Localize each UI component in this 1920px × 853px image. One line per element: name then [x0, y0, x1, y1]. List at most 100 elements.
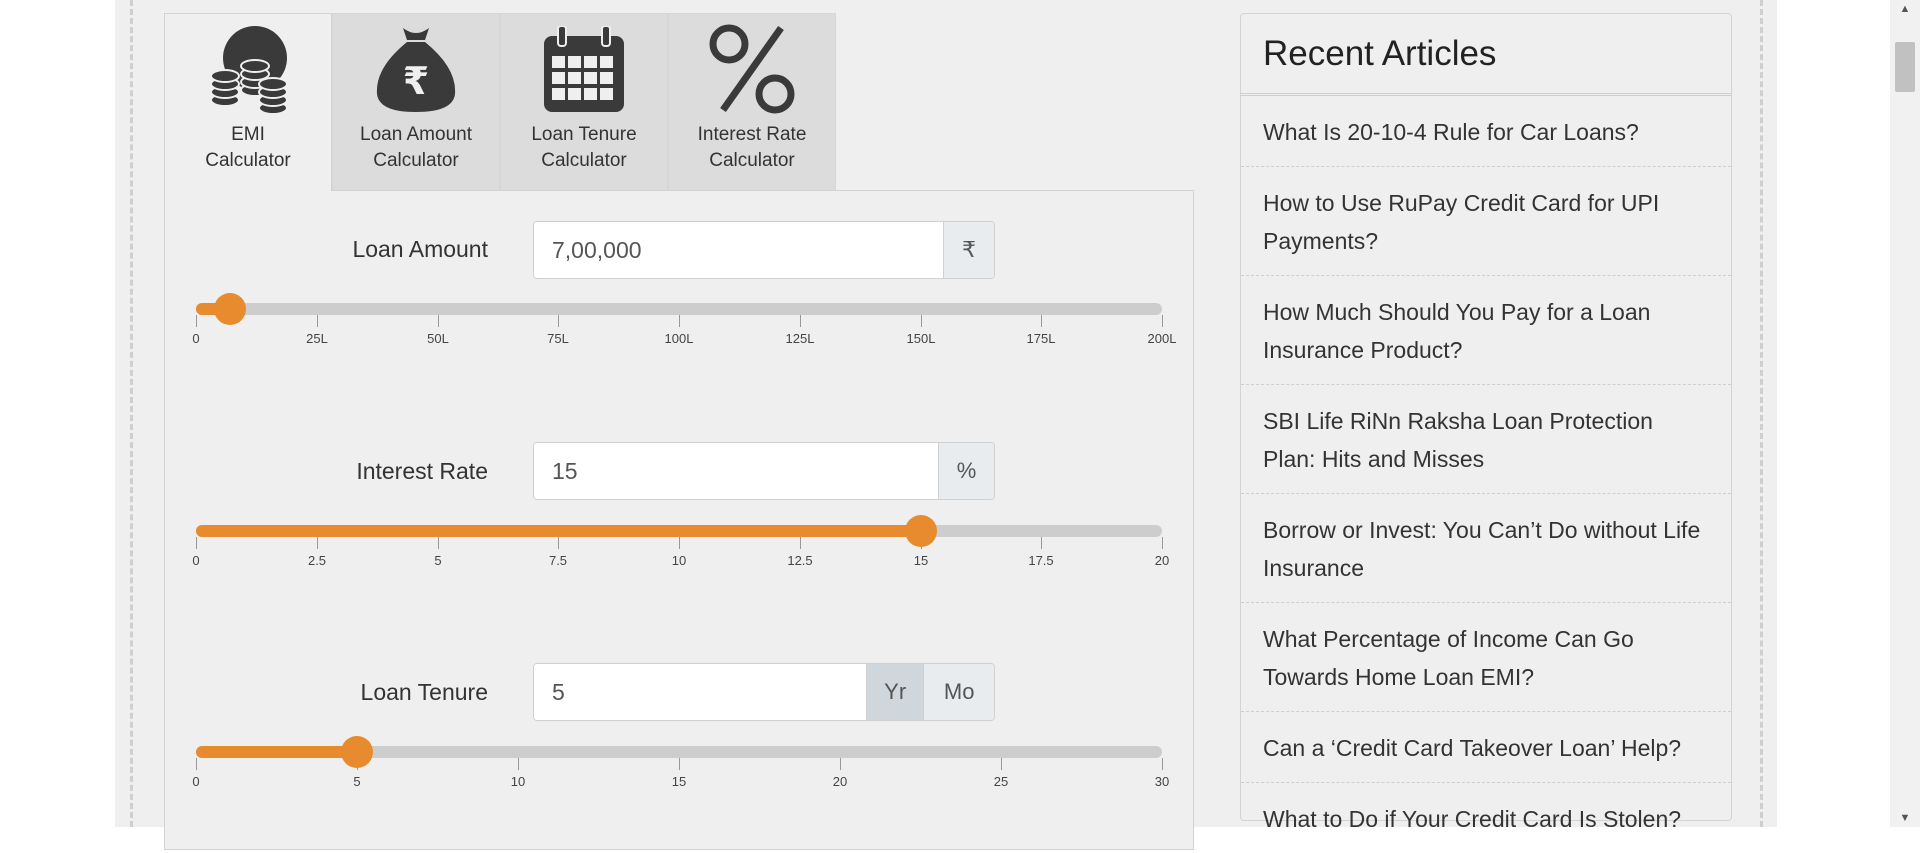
tab-label-line2: Calculator	[373, 150, 459, 171]
slider-tick-label: 10	[510, 774, 526, 789]
slider-tick-label: 15	[913, 553, 929, 568]
slider-tick-label: 125L	[785, 331, 815, 346]
loan-amount-input-group: ₹	[533, 221, 995, 279]
slider-tick	[196, 315, 197, 327]
percent-icon	[669, 14, 835, 114]
slider-tick-label: 20	[1154, 553, 1170, 568]
content-border-right	[1760, 0, 1763, 827]
slider-tick-label: 2.5	[307, 553, 327, 568]
article-link[interactable]: SBI Life RiNn Raksha Loan Protection Pla…	[1241, 385, 1731, 494]
slider-tick	[438, 315, 439, 327]
tab-label-line2: Calculator	[709, 150, 795, 171]
article-link[interactable]: Borrow or Invest: You Can’t Do without L…	[1241, 494, 1731, 603]
loan-tenure-input-group: Yr Mo	[533, 663, 995, 721]
recent-articles-widget: Recent Articles What Is 20-10-4 Rule for…	[1240, 13, 1732, 832]
slider-tick-label: 100L	[664, 331, 694, 346]
loan-tenure-slider[interactable]: 0 5 10 15 20 25 30	[192, 736, 1169, 806]
interest-rate-slider[interactable]: 0 2.5 5 7.5 10 12.5 15 17.5 20	[192, 515, 1169, 585]
slider-tick-label: 25	[993, 774, 1009, 789]
slider-tick	[518, 758, 519, 770]
slider-handle[interactable]	[905, 515, 937, 547]
slider-tick	[438, 537, 439, 549]
content-border-left	[130, 0, 133, 827]
slider-tick-label: 0	[192, 331, 200, 346]
slider-tick-label: 15	[671, 774, 687, 789]
slider-scale: 0 25L 50L 75L 100L 125L 150L 175L 200L	[192, 303, 1176, 353]
svg-text:₹: ₹	[403, 59, 429, 103]
slider-scale: 0 2.5 5 7.5 10 12.5 15 17.5 20	[192, 525, 1169, 575]
slider-tick	[800, 537, 801, 549]
loan-amount-slider[interactable]: 0 25L 50L 75L 100L 125L 150L 175L 200L	[192, 293, 1176, 363]
slider-tick	[1041, 315, 1042, 327]
tab-label-line2: Calculator	[541, 150, 627, 171]
slider-tick	[1041, 537, 1042, 549]
article-link[interactable]: How Much Should You Pay for a Loan Insur…	[1241, 276, 1731, 385]
slider-tick-label: 75L	[547, 331, 569, 346]
percent-addon: %	[938, 443, 994, 499]
article-link[interactable]: Can a ‘Credit Card Takeover Loan’ Help?	[1241, 712, 1731, 783]
loan-tenure-label: Loan Tenure	[360, 679, 488, 705]
slider-tick	[317, 537, 318, 549]
slider-tick-label: 5	[353, 774, 361, 789]
slider-tick-label: 10	[671, 553, 687, 568]
article-link[interactable]: How to Use RuPay Credit Card for UPI Pay…	[1241, 167, 1731, 276]
money-bag-rupee-icon: ₹	[333, 14, 499, 114]
month-unit-button[interactable]: Mo	[923, 664, 994, 720]
slider-tick-label: 175L	[1026, 331, 1056, 346]
slider-tick	[317, 315, 318, 327]
slider-tick	[679, 537, 680, 549]
tab-interest-rate-calculator[interactable]: Interest Rate Calculator	[668, 13, 836, 190]
interest-rate-input-group: %	[533, 442, 995, 500]
slider-tick-label: 5	[434, 553, 442, 568]
slider-tick-label: 30	[1154, 774, 1170, 789]
tab-loan-tenure-calculator[interactable]: Loan Tenure Calculator	[500, 13, 668, 190]
slider-tick-label: 0	[192, 774, 200, 789]
article-link[interactable]: What to Do if Your Credit Card Is Stolen…	[1241, 783, 1731, 853]
slider-tick-label: 7.5	[548, 553, 568, 568]
rupee-addon: ₹	[943, 222, 994, 278]
tab-label-line1: Interest Rate	[697, 124, 807, 145]
slider-tick	[840, 758, 841, 770]
slider-tick	[921, 315, 922, 327]
tab-label-line1: Loan Tenure	[531, 124, 637, 145]
slider-tick-label: 150L	[906, 331, 936, 346]
loan-amount-label: Loan Amount	[352, 236, 488, 262]
tab-label-line2: Calculator	[205, 150, 291, 171]
scroll-down-arrow-icon[interactable]: ▼	[1890, 809, 1920, 827]
slider-tick-label: 200L	[1147, 331, 1177, 346]
tab-emi-calculator[interactable]: EMI Calculator	[164, 13, 332, 191]
slider-tick-label: 25L	[306, 331, 328, 346]
slider-tick	[679, 758, 680, 770]
tab-label-line1: Loan Amount	[360, 124, 472, 145]
slider-tick	[1162, 758, 1163, 770]
slider-tick-label: 17.5	[1028, 553, 1054, 568]
slider-tick	[1162, 537, 1163, 549]
article-link[interactable]: What Is 20-10-4 Rule for Car Loans?	[1241, 96, 1731, 167]
slider-tick-label: 50L	[427, 331, 449, 346]
slider-tick	[1162, 315, 1163, 327]
loan-amount-input[interactable]	[534, 222, 943, 278]
slider-handle[interactable]	[214, 293, 246, 325]
coins-icon	[165, 14, 331, 114]
slider-tick	[1001, 758, 1002, 770]
page-scrollbar[interactable]: ▲ ▼	[1890, 0, 1920, 827]
slider-tick-label: 20	[832, 774, 848, 789]
loan-tenure-input[interactable]	[534, 664, 866, 720]
interest-rate-input[interactable]	[534, 443, 938, 499]
recent-articles-title: Recent Articles	[1241, 14, 1731, 96]
scroll-up-arrow-icon[interactable]: ▲	[1890, 0, 1920, 18]
slider-tick	[196, 758, 197, 770]
scroll-thumb[interactable]	[1895, 42, 1915, 92]
calendar-icon	[501, 14, 667, 114]
slider-handle[interactable]	[341, 736, 373, 768]
year-unit-button[interactable]: Yr	[866, 664, 924, 720]
calculator-tabs: EMI Calculator ₹ Loan Amount Calculator	[164, 13, 836, 191]
article-link[interactable]: What Percentage of Income Can Go Towards…	[1241, 603, 1731, 712]
tab-loan-amount-calculator[interactable]: ₹ Loan Amount Calculator	[332, 13, 500, 190]
slider-tick-label: 0	[192, 553, 200, 568]
recent-articles-list: What Is 20-10-4 Rule for Car Loans? How …	[1241, 96, 1731, 853]
slider-tick	[800, 315, 801, 327]
slider-tick-label: 12.5	[787, 553, 813, 568]
slider-tick	[679, 315, 680, 327]
interest-rate-label: Interest Rate	[356, 458, 488, 484]
